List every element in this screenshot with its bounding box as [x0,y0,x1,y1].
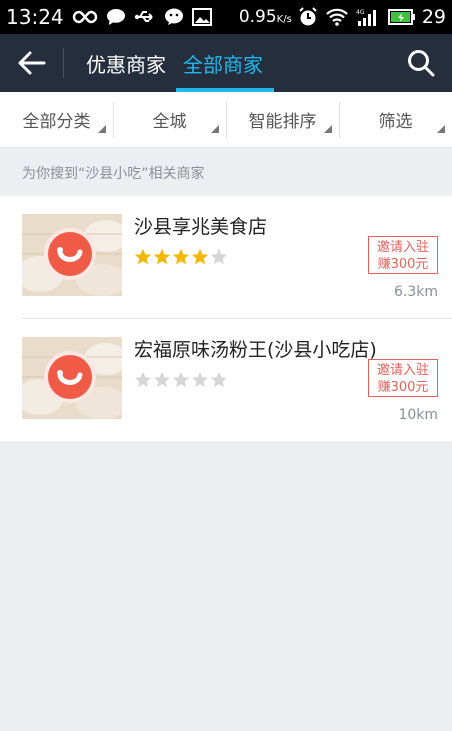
signal-4g-icon: 4G [356,8,380,26]
invite-badge[interactable]: 邀请入驻 赚300元 [368,236,438,274]
merchant-item[interactable]: 宏福原味汤粉王(沙县小吃店) 邀请入驻 赚300元 10km [22,318,452,441]
filter-more[interactable]: 筛选 [339,92,452,147]
infinity-icon [72,10,98,24]
invite-badge-line1: 邀请入驻 [376,363,429,378]
merchant-name: 沙县享兆美食店 [134,216,268,238]
star-empty-icon [210,248,228,265]
image-icon [191,8,212,26]
nav-divider [63,48,64,78]
filter-sort-label: 智能排序 [248,112,317,132]
caret-down-icon [211,125,219,133]
network-speed: 0.95K/s [239,7,292,27]
star-filled-icon [134,248,152,265]
back-button[interactable] [14,48,48,78]
brand-logo [44,351,96,403]
tab-all[interactable]: 全部商家 [183,49,263,78]
merchant-distance: 6.3km [393,284,438,300]
alarm-icon [298,7,318,27]
merchant-distance: 10km [398,407,438,423]
svg-text:4G: 4G [356,9,365,16]
brand-logo [44,228,96,280]
arrow-left-icon [18,51,46,75]
star-empty-icon [210,371,228,388]
star-filled-icon [153,248,171,265]
filter-city[interactable]: 全城 [113,92,226,147]
filter-bar: 全部分类 全城 智能排序 筛选 [0,92,452,148]
wifi-icon [326,8,348,26]
star-filled-icon [191,248,209,265]
tab-offers[interactable]: 优惠商家 [86,49,166,78]
star-rating [134,248,229,266]
merchant-name: 宏福原味汤粉王(沙县小吃店) [134,339,377,361]
battery-icon [387,9,416,25]
merchant-item[interactable]: 沙县享兆美食店 邀请入驻 赚300元 6.3km [0,196,452,318]
star-empty-icon [191,371,209,388]
status-time: 13:24 [6,5,64,29]
star-empty-icon [172,371,190,388]
usb-icon [134,9,156,25]
status-bar: 13:24 0.95K/s 4G 29 [0,0,452,34]
chat-bubble-icon [106,8,126,26]
invite-badge[interactable]: 邀请入驻 赚300元 [368,359,438,397]
caret-down-icon [98,125,106,133]
wechat-icon [164,8,184,26]
caret-down-icon [324,125,332,133]
star-rating [134,371,229,389]
battery-level: 29 [421,6,446,28]
search-icon [408,50,435,77]
merchant-thumbnail [22,214,122,296]
merchant-thumbnail [22,337,122,419]
nav-bar: 优惠商家 全部商家 [0,34,452,92]
network-speed-unit: K/s [276,14,292,25]
filter-city-label: 全城 [152,112,187,132]
star-empty-icon [134,371,152,388]
filter-category[interactable]: 全部分类 [0,92,113,147]
filter-more-label: 筛选 [378,112,413,132]
invite-badge-line2: 赚300元 [377,257,429,272]
merchant-list: 沙县享兆美食店 邀请入驻 赚300元 6.3km 宏福原味汤粉王(沙县小吃店) … [0,196,452,441]
filter-category-label: 全部分类 [22,112,91,132]
star-filled-icon [172,248,190,265]
network-speed-value: 0.95 [238,7,277,27]
invite-badge-line1: 邀请入驻 [376,240,429,255]
star-empty-icon [153,371,171,388]
search-button[interactable] [406,48,436,78]
caret-down-icon [437,125,445,133]
invite-badge-line2: 赚300元 [377,380,429,395]
filter-sort[interactable]: 智能排序 [226,92,339,147]
results-caption: 为你搜到“沙县小吃”相关商家 [22,166,205,182]
